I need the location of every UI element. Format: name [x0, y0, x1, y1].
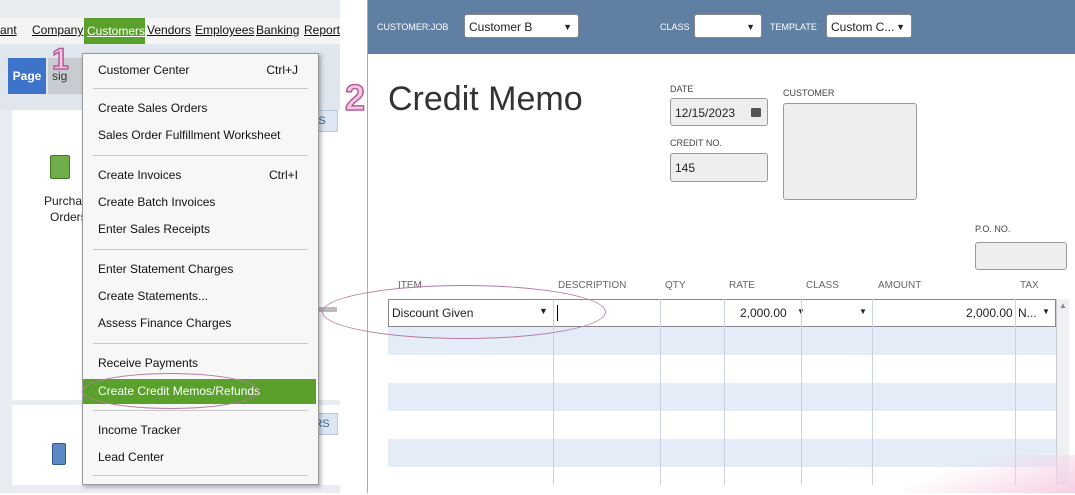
- menu-separator: [93, 155, 308, 156]
- customer-label: CUSTOMER: [783, 88, 835, 98]
- menu-item-label: Create Batch Invoices: [98, 195, 216, 209]
- menu-company[interactable]: Company: [32, 23, 83, 37]
- menu-separator: [93, 475, 308, 476]
- menu-item-label: Create Invoices: [98, 168, 182, 182]
- menu-item-label: Create Statements...: [98, 289, 209, 303]
- customer-job-dropdown[interactable]: Customer B ▼: [464, 14, 579, 38]
- menu-vendors[interactable]: Vendors: [147, 23, 191, 37]
- menu-item-shortcut: Ctrl+I: [268, 168, 298, 182]
- menu-item-sales-order-fulfillment[interactable]: Sales Order Fulfillment Worksheet: [83, 124, 316, 146]
- tab-home-page[interactable]: Page: [8, 58, 46, 94]
- menu-item-label: Lead Center: [98, 450, 165, 464]
- menu-account[interactable]: ant: [0, 23, 17, 37]
- template-label: TEMPLATE: [770, 22, 817, 32]
- customers-menu-dropdown: Customer Center Ctrl+J Create Sales Order…: [82, 53, 319, 485]
- template-dropdown[interactable]: Custom C... ▼: [826, 14, 912, 38]
- rate-value[interactable]: 2,000.00: [740, 306, 787, 320]
- menu-item-enter-statement-charges[interactable]: Enter Statement Charges: [83, 258, 316, 280]
- menu-item-create-sales-orders[interactable]: Create Sales Orders: [83, 97, 316, 119]
- template-value: Custom C...: [831, 20, 895, 34]
- menu-separator: [93, 249, 308, 250]
- menu-item-lead-center[interactable]: Lead Center: [83, 446, 316, 468]
- credit-memo-toolbar: CUSTOMER:JOB Customer B ▼ CLASS ▼ TEMPLAT…: [368, 0, 1075, 54]
- menu-item-create-batch-invoices[interactable]: Create Batch Invoices: [83, 191, 316, 213]
- menu-item-enter-sales-receipts[interactable]: Enter Sales Receipts: [83, 218, 316, 240]
- column-tax: TAX: [1020, 280, 1039, 291]
- class-dropdown[interactable]: ▼: [694, 14, 762, 38]
- customer-job-label: CUSTOMER:JOB: [377, 22, 449, 32]
- customer-address-field[interactable]: [783, 103, 917, 200]
- step-2-marker: 2: [344, 77, 366, 118]
- menu-item-label: Enter Sales Receipts: [98, 222, 211, 236]
- menu-separator: [93, 410, 308, 411]
- column-amount: AMOUNT: [878, 280, 922, 291]
- menu-separator: [93, 88, 308, 89]
- menu-customers[interactable]: Customers: [84, 18, 145, 44]
- menu-item-label: Enter Statement Charges: [98, 262, 234, 276]
- menu-employees[interactable]: Employees: [195, 23, 254, 37]
- purchase-orders-icon[interactable]: [50, 155, 70, 179]
- chevron-down-icon: ▼: [746, 22, 755, 32]
- customer-job-value: Customer B: [469, 20, 533, 34]
- menu-bar: ant Company Customers Vendors Employees …: [0, 18, 340, 45]
- menu-item-create-invoices[interactable]: Create Invoices Ctrl+I: [83, 164, 316, 186]
- date-field[interactable]: 12/15/2023: [670, 98, 768, 126]
- credit-no-value: 145: [675, 161, 696, 175]
- column-divider: [724, 299, 725, 485]
- chevron-down-icon: ▼: [896, 22, 905, 32]
- decorative-corner: [905, 455, 1075, 493]
- menu-item-create-statements[interactable]: Create Statements...: [83, 285, 316, 307]
- menu-item-label: Receive Payments: [98, 356, 199, 370]
- column-qty: QTY: [665, 280, 686, 291]
- menu-item-income-tracker[interactable]: Income Tracker: [83, 419, 316, 441]
- tax-dropdown-arrow-icon[interactable]: ▼: [1042, 307, 1050, 316]
- po-number-field[interactable]: [975, 242, 1067, 270]
- credit-no-label: CREDIT NO.: [670, 138, 722, 148]
- step-1-marker: 1: [51, 43, 69, 76]
- date-value: 12/15/2023: [675, 106, 736, 120]
- menu-item-receive-payments[interactable]: Receive Payments: [83, 352, 316, 374]
- amount-value[interactable]: 2,000.00: [966, 306, 1013, 320]
- column-description: DESCRIPTION: [558, 280, 627, 291]
- scroll-up-arrow-icon[interactable]: ▲: [1059, 301, 1067, 310]
- date-label: DATE: [670, 84, 694, 94]
- line-item-row[interactable]: [388, 355, 1056, 383]
- line-item-row[interactable]: [388, 411, 1056, 439]
- column-divider: [801, 299, 802, 485]
- menu-item-label: Assess Finance Charges: [98, 316, 232, 330]
- calendar-icon[interactable]: [751, 108, 761, 117]
- menu-item-label: Customer Center: [98, 63, 190, 77]
- highlight-oval-credit-memos: [82, 373, 259, 409]
- tax-value[interactable]: N...: [1018, 306, 1037, 320]
- menu-separator: [93, 343, 308, 344]
- column-class: CLASS: [806, 280, 839, 291]
- column-divider: [872, 299, 873, 485]
- column-divider: [660, 299, 661, 485]
- line-item-row[interactable]: [388, 383, 1056, 411]
- column-rate: RATE: [729, 280, 755, 291]
- menu-item-shortcut: Ctrl+J: [266, 63, 298, 77]
- menu-banking[interactable]: Banking: [256, 23, 299, 37]
- form-title: Credit Memo: [388, 80, 583, 118]
- menu-item-label: Income Tracker: [98, 423, 181, 437]
- credit-no-field[interactable]: 145: [670, 153, 768, 182]
- menu-item-label: Sales Order Fulfillment Worksheet: [98, 128, 281, 142]
- phone-icon[interactable]: [52, 443, 66, 465]
- menu-item-customer-center[interactable]: Customer Center Ctrl+J: [83, 59, 316, 81]
- highlight-oval-item: [322, 285, 606, 339]
- menu-reports[interactable]: Reports: [304, 23, 340, 37]
- credit-memo-window: CUSTOMER:JOB Customer B ▼ CLASS ▼ TEMPLAT…: [367, 0, 1075, 493]
- class-dropdown-arrow-icon[interactable]: ▼: [859, 307, 867, 316]
- class-label: CLASS: [660, 22, 690, 32]
- menu-item-assess-finance-charges[interactable]: Assess Finance Charges: [83, 312, 316, 334]
- po-number-label: P.O. NO.: [975, 224, 1011, 234]
- chevron-down-icon: ▼: [563, 22, 572, 32]
- menu-item-label: Create Sales Orders: [98, 101, 208, 115]
